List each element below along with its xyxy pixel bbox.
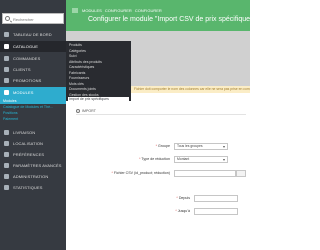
catalog-flyout-menu: Produits Catégories Suivi Attributs des … bbox=[66, 41, 131, 101]
nav-label: COMMANDES bbox=[13, 56, 41, 61]
nav-catalog[interactable]: CATALOGUE bbox=[0, 41, 66, 52]
file-label-text: Fichier CSV (id_product; réduction) bbox=[113, 171, 170, 175]
jusqua-label: * Jusqu'à bbox=[175, 209, 190, 213]
nav-administration[interactable]: ADMINISTRATION bbox=[0, 171, 66, 182]
globe-icon bbox=[4, 141, 9, 146]
chevron-down-icon bbox=[223, 146, 225, 148]
tag-icon bbox=[4, 78, 9, 83]
stats-icon bbox=[4, 185, 9, 190]
search-icon bbox=[5, 16, 10, 21]
nav-localization[interactable]: LOCALISATION bbox=[0, 138, 66, 149]
nav-customers[interactable]: CLIENTS bbox=[0, 64, 66, 75]
groupe-select[interactable]: Tous les groupes bbox=[174, 143, 228, 150]
depuis-label: * Depuis bbox=[176, 196, 190, 200]
nav-stats[interactable]: STATISTIQUES bbox=[0, 182, 66, 193]
nav-label: PROMOTIONS bbox=[13, 78, 42, 83]
nav-label: PARAMÈTRES AVANCÉS bbox=[13, 163, 62, 168]
nav-label: TABLEAU DE BORD bbox=[13, 32, 52, 37]
type-label: * Type de réduction bbox=[139, 157, 170, 161]
page-title: Configurer le module "Import CSV de prix… bbox=[88, 16, 256, 23]
breadcrumb-item[interactable]: CONFIGURER bbox=[135, 8, 162, 13]
search-box[interactable] bbox=[2, 13, 64, 24]
depuis-label-text: Depuis bbox=[178, 196, 190, 200]
cogs-icon bbox=[4, 163, 9, 168]
panel-heading-label: IMPORT bbox=[82, 108, 96, 113]
page-header: MODULES CONFIGURER CONFIGURER Configurer… bbox=[66, 0, 256, 31]
subnav-payment[interactable]: Paiement bbox=[0, 116, 66, 122]
nav-label: PRÉFÉRENCES bbox=[13, 152, 45, 157]
gear-icon bbox=[76, 108, 80, 113]
nav-orders[interactable]: COMMANDES bbox=[0, 53, 66, 64]
puzzle-icon bbox=[4, 90, 9, 95]
breadcrumb: MODULES CONFIGURER CONFIGURER bbox=[82, 8, 164, 13]
depuis-input[interactable] bbox=[194, 195, 238, 202]
jusqua-label-text: Jusqu'à bbox=[177, 209, 190, 213]
admin-icon bbox=[4, 174, 9, 179]
sidebar: TABLEAU DE BORD CATALOGUE COMMANDES CLIE… bbox=[0, 0, 66, 250]
nav-label: CATALOGUE bbox=[13, 44, 38, 49]
groupe-label: * Groupe bbox=[155, 144, 170, 148]
breadcrumb-item[interactable]: CONFIGURER bbox=[105, 8, 132, 13]
groupe-select-value: Tous les groupes bbox=[177, 144, 203, 148]
users-icon bbox=[4, 67, 9, 72]
nav-label: MODULES bbox=[13, 90, 34, 95]
flyout-item-import-prices[interactable]: Import de prix spécifiques bbox=[68, 97, 129, 101]
search-input[interactable] bbox=[13, 15, 63, 23]
type-select-value: Montant bbox=[177, 157, 190, 161]
nav-preferences[interactable]: PRÉFÉRENCES bbox=[0, 149, 66, 160]
nav-label: CLIENTS bbox=[13, 67, 31, 72]
groupe-label-text: Groupe bbox=[158, 144, 170, 148]
chevron-down-icon bbox=[223, 159, 225, 161]
nav-shipping[interactable]: LIVRAISON bbox=[0, 127, 66, 138]
panel-heading: IMPORT bbox=[76, 107, 246, 115]
truck-icon bbox=[4, 130, 9, 135]
file-browse-button[interactable] bbox=[236, 170, 246, 177]
nav-advanced-params[interactable]: PARAMÈTRES AVANCÉS bbox=[0, 160, 66, 171]
breadcrumb-item[interactable]: MODULES bbox=[82, 8, 102, 13]
catalog-icon bbox=[4, 44, 9, 49]
wrench-icon bbox=[4, 152, 9, 157]
nav-label: STATISTIQUES bbox=[13, 185, 43, 190]
nav-label: LIVRAISON bbox=[13, 130, 36, 135]
jusqua-input[interactable] bbox=[194, 208, 238, 215]
type-select[interactable]: Montant bbox=[174, 156, 228, 163]
nav-label: ADMINISTRATION bbox=[13, 174, 49, 179]
cart-icon bbox=[4, 56, 9, 61]
file-label: * Fichier CSV (id_product; réduction) bbox=[111, 171, 170, 175]
nav-promotions[interactable]: PROMOTIONS bbox=[0, 75, 66, 86]
dashboard-icon bbox=[4, 32, 9, 37]
nav-dashboard[interactable]: TABLEAU DE BORD bbox=[0, 29, 66, 40]
warning-notice: Fichier doit comporter le nom des colonn… bbox=[131, 86, 250, 93]
nav-modules[interactable]: MODULES bbox=[0, 87, 66, 98]
file-input[interactable] bbox=[174, 170, 236, 177]
breadcrumb-home-icon[interactable] bbox=[72, 8, 78, 13]
type-label-text: Type de réduction bbox=[141, 157, 170, 161]
nav-label: LOCALISATION bbox=[13, 141, 44, 146]
